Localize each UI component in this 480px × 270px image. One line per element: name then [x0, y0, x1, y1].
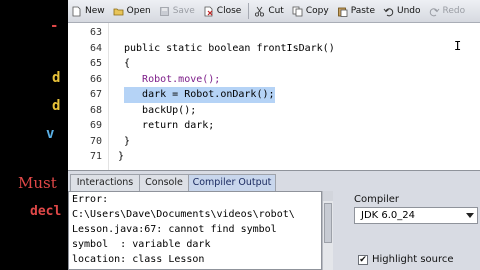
- highlight-source-checkbox[interactable]: ✔: [358, 255, 368, 265]
- close-button[interactable]: Close: [200, 2, 247, 20]
- background-text-dash: -: [50, 18, 59, 34]
- line-number: 70: [89, 135, 102, 147]
- compiler-output-pane[interactable]: Error: C:\Users\Dave\Documents\videos\ro…: [68, 191, 322, 270]
- toolbar-separator: [248, 3, 250, 19]
- save-label: Save: [172, 6, 195, 16]
- redo-icon: [429, 6, 440, 17]
- background-text-d1: d: [52, 70, 61, 86]
- new-label: New: [85, 6, 105, 16]
- code-line[interactable]: 69 return dark;: [68, 118, 480, 134]
- code-text: }: [124, 135, 131, 147]
- cut-button[interactable]: Cut: [251, 2, 289, 20]
- code-text: }: [118, 151, 125, 162]
- redo-button[interactable]: Redo: [426, 2, 471, 20]
- background-text-d2: d: [52, 98, 61, 114]
- compiler-label: Compiler: [354, 194, 400, 205]
- close-icon: [203, 6, 214, 17]
- open-label: Open: [126, 6, 151, 16]
- new-file-icon: [71, 6, 82, 17]
- close-label: Close: [216, 6, 242, 16]
- code-editor[interactable]: 63 64 public static boolean frontIsDark(…: [68, 23, 480, 171]
- line-number: 65: [89, 58, 102, 69]
- output-line: location: class Lesson: [72, 254, 205, 265]
- paste-button[interactable]: Paste: [334, 2, 380, 20]
- scroll-thumb[interactable]: [324, 203, 332, 243]
- scroll-up-button[interactable]: [323, 191, 333, 201]
- code-text: backUp();: [124, 104, 197, 116]
- code-line[interactable]: 66 Robot.move();: [68, 72, 480, 88]
- undo-icon: [383, 6, 394, 17]
- paste-label: Paste: [350, 6, 375, 16]
- code-line-highlighted[interactable]: 67 dark = Robot.onDark();: [68, 87, 480, 103]
- cut-label: Cut: [268, 6, 284, 16]
- copy-label: Copy: [305, 6, 329, 16]
- line-number: 67: [89, 89, 102, 100]
- copy-button[interactable]: Copy: [289, 2, 334, 20]
- code-line[interactable]: 70 }: [68, 134, 480, 150]
- line-number: 63: [89, 27, 102, 38]
- save-disk-icon: [159, 6, 170, 17]
- open-folder-icon: [113, 6, 124, 17]
- line-number: 64: [89, 42, 102, 54]
- code-line[interactable]: 65 {: [68, 56, 480, 72]
- undo-label: Undo: [396, 6, 421, 16]
- line-number: 69: [89, 120, 102, 131]
- scissors-icon: [254, 6, 265, 17]
- compiler-select[interactable]: JDK 6.0_24: [354, 207, 478, 224]
- code-text: public static boolean frontIsDark(): [124, 42, 335, 54]
- background-text-v: v: [46, 126, 55, 142]
- paste-icon: [337, 6, 348, 17]
- compiler-selected-value: JDK 6.0_24: [361, 210, 416, 221]
- code-line[interactable]: 71 }: [68, 149, 480, 165]
- compiler-panel: Compiler JDK 6.0_24 ✔ Highlight source: [336, 191, 480, 270]
- highlight-source-label: Highlight source: [372, 254, 454, 265]
- output-line: symbol : variable dark: [72, 239, 211, 250]
- output-tabs: Interactions Console Compiler Output: [68, 171, 480, 191]
- background-text-must: Must: [18, 174, 57, 192]
- chevron-down-icon: [466, 213, 474, 218]
- copy-icon: [292, 6, 303, 17]
- output-line: C:\Users\Dave\Documents\videos\robot\: [72, 209, 295, 220]
- open-button[interactable]: Open: [110, 2, 156, 20]
- code-line[interactable]: 63: [68, 25, 480, 41]
- line-number: 68: [89, 104, 102, 116]
- code-text: {: [124, 58, 131, 69]
- code-text: return dark;: [124, 120, 215, 131]
- new-button[interactable]: New: [68, 2, 110, 20]
- code-line[interactable]: 64 public static boolean frontIsDark(): [68, 41, 480, 57]
- background-text-decl: decl: [30, 204, 62, 219]
- tab-compiler-output[interactable]: Compiler Output: [188, 174, 276, 191]
- tab-interactions[interactable]: Interactions: [70, 174, 140, 191]
- line-number: 71: [89, 151, 102, 162]
- output-scrollbar[interactable]: [322, 191, 333, 270]
- text-cursor-icon: I: [454, 39, 462, 53]
- undo-button[interactable]: Undo: [380, 2, 426, 20]
- redo-label: Redo: [442, 6, 466, 16]
- save-button[interactable]: Save: [156, 2, 200, 20]
- code-text-selected: dark = Robot.onDark();: [124, 87, 275, 103]
- output-line: Error:: [72, 194, 109, 205]
- toolbar: New Open Save Close Cut Copy Paste Undo …: [68, 0, 480, 23]
- output-line: Lesson.java:67: cannot find symbol: [72, 224, 277, 235]
- tab-console[interactable]: Console: [139, 174, 189, 191]
- code-text: Robot.move();: [124, 73, 221, 85]
- line-number: 66: [89, 73, 102, 85]
- ide-window: New Open Save Close Cut Copy Paste Undo …: [68, 0, 480, 270]
- code-line[interactable]: 68 backUp();: [68, 103, 480, 119]
